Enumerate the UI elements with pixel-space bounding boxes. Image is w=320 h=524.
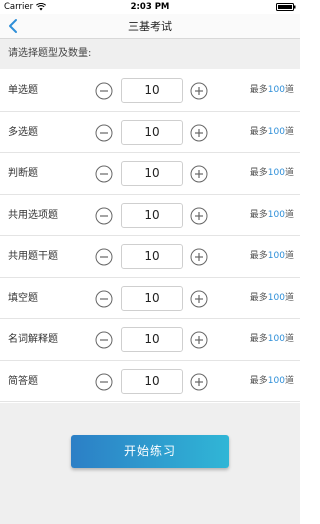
quantity-field[interactable]: 10 [121, 119, 183, 145]
page-title: 三基考试 [128, 20, 172, 33]
question-type-label: 填空题 [8, 292, 38, 304]
max-prefix: 最多 [249, 209, 268, 220]
max-count-label: 最多100道 [250, 278, 294, 319]
plus-circle-icon[interactable] [190, 124, 208, 142]
quantity-field[interactable]: 10 [121, 368, 183, 394]
minus-circle-icon[interactable] [95, 290, 113, 308]
max-suffix: 道 [284, 251, 294, 261]
max-count-value: 100 [267, 168, 285, 178]
question-type-label: 多选题 [8, 126, 38, 138]
max-suffix: 道 [284, 292, 294, 303]
plus-circle-icon[interactable] [190, 373, 208, 391]
max-suffix: 道 [284, 168, 294, 178]
question-type-row: 名词解释题 10 最多100道 [0, 319, 300, 361]
max-count-value: 100 [267, 375, 285, 386]
max-prefix: 最多 [249, 126, 268, 137]
question-type-row: 共用题干题 10 最多100道 [0, 236, 300, 278]
max-count-label: 最多100道 [250, 236, 294, 277]
max-count-label: 最多100道 [250, 153, 294, 194]
max-count-value: 100 [267, 251, 285, 261]
max-suffix: 道 [284, 375, 294, 386]
status-bar: Carrier 2:03 PM [0, 0, 300, 14]
question-type-row: 填空题 10 最多100道 [0, 278, 300, 319]
max-count-label: 最多100道 [250, 195, 294, 236]
minus-circle-icon[interactable] [95, 124, 113, 142]
minus-circle-icon[interactable] [95, 248, 113, 266]
question-type-list: 单选题 10 最多100道 多选题 10 最多100道 判断题 10 最多100道 共用选项题 10… [0, 70, 300, 402]
quantity-field[interactable]: 10 [121, 78, 183, 103]
question-type-row: 共用选项题 10 最多100道 [0, 195, 300, 236]
max-count-value: 100 [267, 292, 285, 303]
question-type-row: 判断题 10 最多100道 [0, 153, 300, 195]
minus-circle-icon[interactable] [95, 165, 113, 183]
max-count-label: 最多100道 [250, 70, 294, 111]
plus-circle-icon[interactable] [190, 290, 208, 308]
minus-circle-icon[interactable] [95, 82, 113, 100]
max-prefix: 最多 [249, 251, 268, 261]
status-time: 2:03 PM [130, 2, 170, 12]
max-count-label: 最多100道 [250, 319, 294, 360]
battery-icon [276, 3, 296, 11]
plus-circle-icon[interactable] [190, 331, 208, 349]
plus-circle-icon[interactable] [190, 82, 208, 100]
max-suffix: 道 [284, 85, 294, 95]
minus-circle-icon[interactable] [95, 331, 113, 349]
max-count-label: 最多100道 [250, 361, 294, 402]
minus-circle-icon[interactable] [95, 373, 113, 391]
max-count-value: 100 [267, 85, 285, 95]
max-suffix: 道 [284, 209, 294, 220]
section-header: 请选择题型及数量: [0, 39, 300, 69]
max-suffix: 道 [284, 334, 294, 344]
max-count-value: 100 [267, 209, 285, 220]
question-type-label: 共用选项题 [8, 209, 58, 221]
max-prefix: 最多 [249, 292, 268, 303]
question-type-label: 判断题 [8, 168, 38, 179]
question-type-row: 单选题 10 最多100道 [0, 70, 300, 112]
nav-bar: 三基考试 [0, 14, 300, 39]
max-suffix: 道 [284, 126, 294, 137]
max-count-label: 最多100道 [250, 112, 294, 153]
plus-circle-icon[interactable] [190, 165, 208, 183]
max-prefix: 最多 [249, 85, 268, 95]
bottom-area: 开始练习 [0, 403, 300, 524]
max-count-value: 100 [267, 126, 285, 137]
quantity-field[interactable]: 10 [121, 202, 183, 228]
max-prefix: 最多 [249, 334, 268, 344]
plus-circle-icon[interactable] [190, 207, 208, 225]
quantity-field[interactable]: 10 [121, 285, 183, 311]
minus-circle-icon[interactable] [95, 207, 113, 225]
question-type-row: 简答题 10 最多100道 [0, 361, 300, 402]
question-type-label: 简答题 [8, 375, 38, 387]
quantity-field[interactable]: 10 [121, 327, 183, 352]
question-type-label: 单选题 [8, 85, 38, 96]
max-prefix: 最多 [249, 375, 268, 386]
max-prefix: 最多 [249, 168, 268, 178]
question-type-row: 多选题 10 最多100道 [0, 112, 300, 153]
question-type-label: 共用题干题 [8, 251, 58, 262]
quantity-field[interactable]: 10 [121, 161, 183, 186]
quantity-field[interactable]: 10 [121, 244, 183, 269]
question-type-label: 名词解释题 [8, 334, 58, 345]
plus-circle-icon[interactable] [190, 248, 208, 266]
max-count-value: 100 [267, 334, 285, 344]
start-practice-button[interactable]: 开始练习 [71, 435, 229, 468]
